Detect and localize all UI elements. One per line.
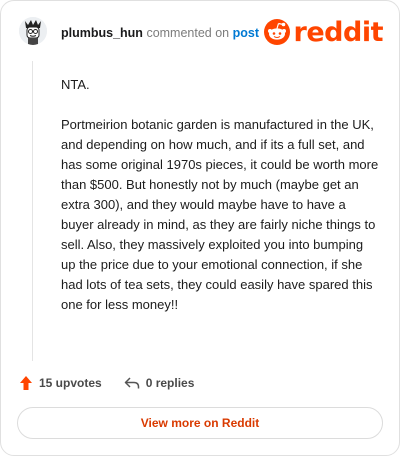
upvote-action[interactable]: 15 upvotes — [19, 375, 102, 391]
comment-body: NTA. Portmeirion botanic garden is manuf… — [61, 75, 379, 335]
reply-action[interactable]: 0 replies — [124, 376, 195, 390]
reddit-snoo-icon — [263, 19, 290, 45]
commented-on-text: commented on — [146, 26, 230, 40]
comment-header: plumbus_hun commented on post reddit — [19, 13, 384, 53]
upvote-arrow-icon — [20, 376, 32, 390]
comment-actions: 15 upvotes 0 replies — [19, 373, 216, 393]
reddit-logo[interactable]: reddit — [263, 13, 384, 51]
thread-line — [32, 61, 33, 361]
post-link[interactable]: post — [233, 26, 259, 40]
view-more-button[interactable]: View more on Reddit — [17, 407, 383, 439]
snoo-avatar-icon — [19, 17, 47, 45]
reply-arrow-icon — [124, 377, 139, 389]
username[interactable]: plumbus_hun — [61, 26, 143, 40]
reddit-comment-card: plumbus_hun commented on post reddit NTA… — [0, 0, 400, 456]
user-avatar[interactable] — [19, 17, 47, 45]
comment-paragraph: NTA. — [61, 77, 90, 92]
upvote-count: 15 upvotes — [39, 376, 102, 390]
comment-paragraph: Portmeirion botanic garden is manufactur… — [61, 117, 379, 312]
reddit-wordmark: reddit — [293, 16, 384, 48]
reply-count: 0 replies — [145, 376, 195, 390]
comment-meta: plumbus_hun commented on post — [61, 26, 259, 40]
